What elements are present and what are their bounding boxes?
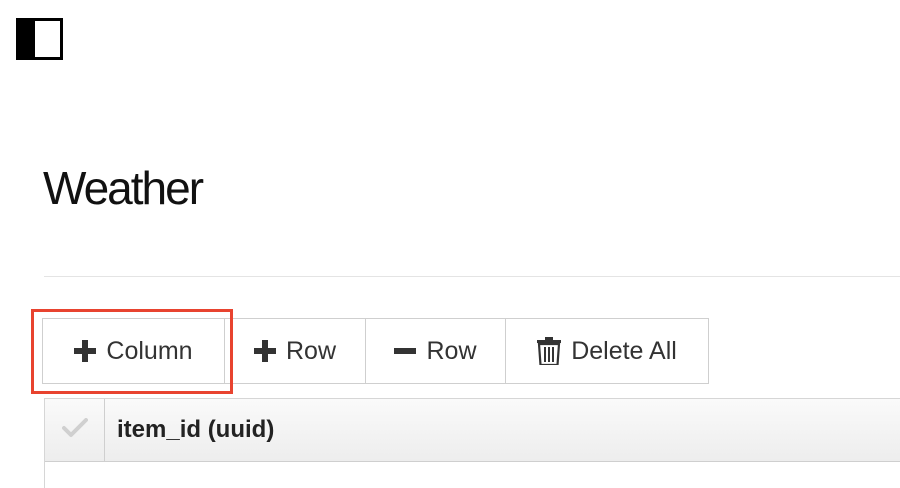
delete-all-button[interactable]: Delete All [506,318,709,384]
data-table: item_id (uuid) [44,398,900,488]
add-column-label: Column [106,336,193,365]
trash-icon [537,337,562,365]
column-header-item-id[interactable]: item_id (uuid) [105,399,274,461]
plus-icon [74,340,97,362]
page-title: Weather [43,162,204,214]
select-all-checkbox[interactable] [45,399,105,461]
remove-row-button[interactable]: Row [366,318,506,384]
plus-icon [253,340,276,362]
delete-all-label: Delete All [571,336,677,365]
divider [44,276,900,277]
add-row-button[interactable]: Row [225,318,366,384]
minus-icon [394,340,417,362]
table-header: item_id (uuid) [45,399,900,462]
page: Weather Column Row Row Delete All item_i… [0,0,900,488]
checkmark-icon [61,417,88,443]
toolbar: Column Row Row Delete All [42,318,709,386]
remove-row-label: Row [426,336,477,365]
sidebar-toggle-icon [19,21,35,57]
add-row-label: Row [285,336,336,365]
sidebar-toggle-button[interactable] [16,18,63,60]
add-column-button[interactable]: Column [42,318,225,384]
